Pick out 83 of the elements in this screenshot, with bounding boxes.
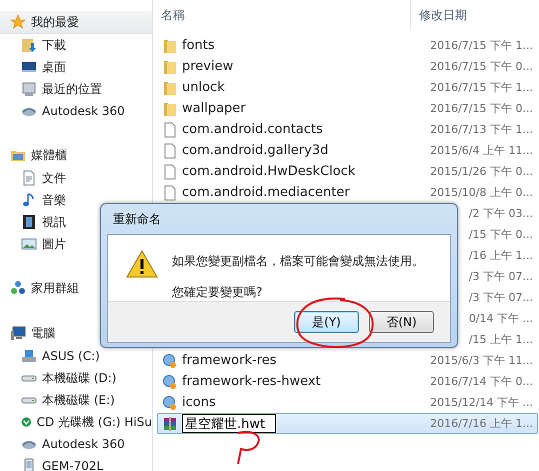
warning-message: 如果您變更副檔名，檔案可能會變成無法使用。 xyxy=(172,253,424,270)
sidebar-item[interactable]: Autodesk 360 xyxy=(42,104,125,118)
modified-date: 2016/7/13 下午 1... xyxy=(430,122,534,137)
file-name[interactable]: fonts xyxy=(182,38,215,53)
modified-date: 2015/10/8 上午 0... xyxy=(430,185,534,200)
file-icon xyxy=(162,122,178,138)
drive-icon xyxy=(21,374,37,382)
sidebar-item[interactable]: Autodesk 360 xyxy=(42,437,125,451)
modified-date: 2015/6/3 下午 11... xyxy=(430,353,534,368)
document-icon xyxy=(21,170,37,186)
modified-date: 0/14 下午 ... xyxy=(468,311,534,326)
theme-file-icon xyxy=(162,374,178,390)
file-name[interactable]: unlock xyxy=(182,80,225,95)
modified-date: 2016/7/16 上午 1... xyxy=(430,416,534,431)
sidebar-item[interactable]: 視訊 xyxy=(42,214,66,230)
file-name[interactable]: com.android.HwDeskClock xyxy=(182,164,356,179)
modified-date: 2015/6/4 上午 11... xyxy=(430,143,534,158)
confirm-question: 您確定要變更嗎? xyxy=(172,284,264,301)
column-header[interactable]: 名稱 xyxy=(153,0,411,30)
file-name[interactable]: icons xyxy=(182,395,216,410)
sidebar-item[interactable]: 圖片 xyxy=(42,236,66,252)
modified-date: 2016/7/15 下午 1... xyxy=(430,80,534,95)
file-icon xyxy=(162,164,178,180)
modified-date: 2016/7/15 下午 0... xyxy=(430,59,534,74)
file-name[interactable]: com.android.gallery3d xyxy=(182,143,328,158)
folder-icon xyxy=(162,80,178,96)
modified-date: /15 上午 1... xyxy=(468,332,534,347)
modified-date: 2016/7/14 下午 0... xyxy=(430,374,534,389)
system-drive-icon xyxy=(21,348,37,364)
rename-field[interactable]: 星空耀世.hwt xyxy=(182,414,276,433)
drive-icon xyxy=(21,396,37,404)
sidebar-item[interactable]: GEM-702L xyxy=(42,459,104,471)
default-button[interactable]: 是(Y) xyxy=(294,311,359,333)
theme-file-icon xyxy=(162,394,178,410)
sidebar-item[interactable]: 本機磁碟 (E:) xyxy=(42,392,115,408)
sidebar-group[interactable]: 我的最愛 xyxy=(0,11,152,34)
folder-icon xyxy=(162,100,178,116)
file-name[interactable]: framework-res-hwext xyxy=(182,374,321,389)
sidebar-item[interactable]: 本機磁碟 (D:) xyxy=(42,370,116,386)
film-icon xyxy=(21,214,37,230)
folder-icon xyxy=(162,58,178,74)
column-header[interactable]: 修改日期 xyxy=(411,0,536,30)
selected-file-row[interactable]: 星空耀世.hwt 2016/7/16 上午 1... xyxy=(157,413,538,434)
file-name[interactable]: preview xyxy=(182,59,234,74)
file-icon xyxy=(162,184,178,200)
archive-icon xyxy=(162,416,178,432)
sidebar-item[interactable]: 文件 xyxy=(42,170,66,186)
modified-date: /15 下午 0... xyxy=(468,227,534,242)
sidebar-item[interactable]: 下載 xyxy=(42,36,66,54)
modified-date: 2016/7/15 下午 0... xyxy=(430,101,534,116)
modified-date: 2015/1/26 下午 0... xyxy=(430,164,534,179)
warning-icon xyxy=(126,249,158,279)
sidebar-item[interactable]: 音樂 xyxy=(42,192,66,208)
sidebar-item[interactable]: 最近的位置 xyxy=(42,80,102,98)
modified-date: 2016/7/15 下午 1... xyxy=(430,38,534,53)
file-name[interactable]: framework-res xyxy=(182,353,277,368)
modified-date: /3 下午 07... xyxy=(468,290,534,305)
folder-icon xyxy=(162,38,178,54)
star-icon xyxy=(10,14,26,30)
modified-date: 2015/12/14 下午 ... xyxy=(430,395,534,410)
dialog-button[interactable]: 否(N) xyxy=(369,311,434,333)
file-name[interactable]: com.android.mediacenter xyxy=(182,185,350,200)
sidebar-group[interactable]: 電腦 xyxy=(0,322,152,345)
sidebar-item[interactable]: ASUS (C:) xyxy=(42,349,100,363)
homegroup-icon xyxy=(10,280,26,296)
sidebar-group[interactable]: 媒體櫃 xyxy=(0,144,152,167)
theme-file-icon xyxy=(162,352,178,368)
sidebar-item[interactable]: CD 光碟機 (G:) HiSu xyxy=(36,414,152,430)
file-name[interactable]: wallpaper xyxy=(182,101,246,116)
modified-date: /3 下午 07... xyxy=(468,269,534,284)
sidebar-group[interactable]: 家用群組 xyxy=(0,277,152,300)
desktop-icon xyxy=(21,59,37,75)
modified-date: /16 上午 1... xyxy=(468,248,534,263)
file-name[interactable]: com.android.contacts xyxy=(182,122,323,137)
recent-places-icon xyxy=(21,81,37,97)
computer-icon xyxy=(10,325,26,341)
dialog-title: 重新命名 xyxy=(112,211,162,228)
download-folder-icon xyxy=(21,37,37,53)
hook-annotation xyxy=(237,431,260,464)
sidebar-item[interactable]: 桌面 xyxy=(42,58,66,76)
picture-icon xyxy=(21,236,37,252)
modified-date: /2 下午 03... xyxy=(468,206,534,221)
file-icon xyxy=(162,142,178,158)
